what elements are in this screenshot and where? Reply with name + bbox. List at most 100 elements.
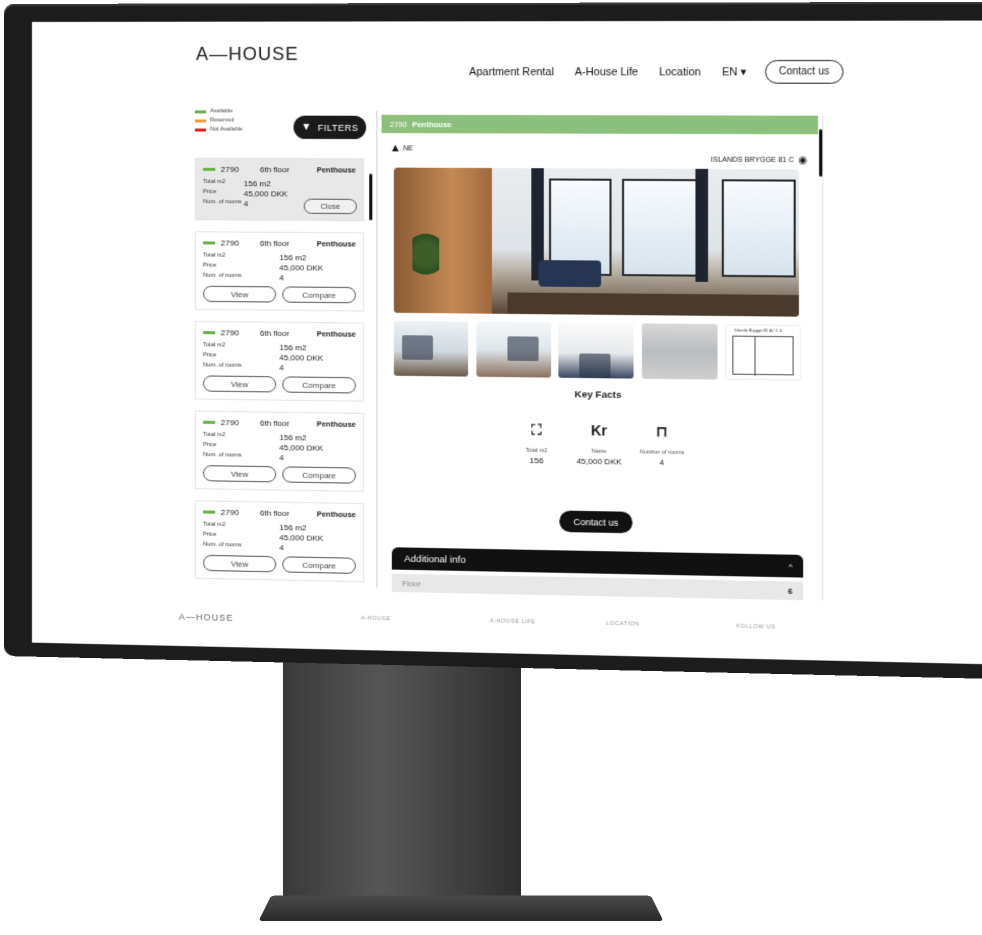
site-logo[interactable]: A—HOUSE [196,44,299,65]
expand-icon: ⛶ [531,421,542,438]
card-header: 2790 6th floor Penthouse [203,328,356,339]
currency-icon: Kr [590,422,608,439]
row-value: 4 [279,273,284,283]
card-actions: View Compare [203,465,356,484]
row-label: Total m2 [203,178,226,186]
card-header: 2790 6th floor Penthouse [203,418,356,429]
availability-legend: Available Reserved Not Available [194,108,243,135]
window [622,178,706,277]
list-scrollbar[interactable] [369,173,373,221]
apartment-id: 2790 [220,164,239,175]
apartment-card[interactable]: 2790 6th floor Penthouse Total m2 156 m2 … [194,320,365,402]
view-button[interactable]: View [203,554,277,573]
row-label: Num. of rooms [203,272,242,280]
footer-link-location[interactable]: LOCATION [606,621,639,628]
main-photo[interactable] [393,167,799,317]
legend-reserved: Reserved [194,117,243,124]
row-total: Total m2 156 m2 [203,342,356,353]
filters-button[interactable]: ▼ FILTERS [293,115,367,140]
additional-info-toggle[interactable]: Additional info ^ [391,547,804,578]
nav-apartment-rental[interactable]: Apartment Rental [469,66,554,78]
apartment-floor: 6th floor [259,328,290,339]
north-arrow-icon: ▲ [389,142,401,155]
row-value: 4 [279,453,284,463]
compass: ▲ NE [390,142,413,154]
row-value: 156 m2 [279,253,307,263]
floor-label: Floor [402,578,421,588]
compare-button[interactable]: Compare [282,376,356,394]
footer-link-a-house-life[interactable]: A-HOUSE LIFE [490,618,536,625]
thumbnail-2[interactable] [475,321,551,378]
status-available-bar [203,510,215,514]
row-value: 4 [243,199,249,209]
footer-link-follow-us[interactable]: FOLLOW US [737,624,776,631]
row-label: Price [203,262,217,269]
compare-button[interactable]: Compare [282,556,356,574]
active-apartment-card[interactable]: 2790 6th floor Penthouse Total m2 156 m2 … [194,157,365,222]
monitor-base [258,895,664,922]
floor-info-row: Floor 6 [391,573,804,601]
row-value: 4 [279,543,284,553]
legend-label: Available [210,108,233,115]
detail-contact-button[interactable]: Contact us [559,510,633,534]
apartment-floor: 6th floor [259,165,290,175]
apartment-id: 2790 [220,417,239,428]
row-total: Total m2 156 m2 [203,252,356,262]
footer-logo[interactable]: A—HOUSE [179,612,234,623]
key-facts: ⛶ Total m2 156 Kr Name 45,000 DKK ⊓ Numb… [505,421,693,468]
apartment-card[interactable]: 2790 6th floor Penthouse Total m2 156 m2 … [194,231,365,312]
thumb-detail [506,336,539,362]
plant [412,228,440,280]
thumbnail-3[interactable] [558,322,634,379]
location-pin-icon[interactable]: ◉ [798,155,807,166]
address-text: ISLANDS BRYGGE 81 C [711,156,794,165]
view-button[interactable]: View [203,285,277,303]
view-button[interactable]: View [203,465,277,483]
row-value: 156 m2 [279,342,307,353]
apartment-floor: 6th floor [259,238,290,249]
row-label: Price [203,352,217,359]
key-facts-title: Key Facts [574,389,622,401]
panel-divider [376,110,378,588]
status-available-bar [203,331,215,335]
view-button[interactable]: View [203,375,277,393]
detail-border [822,115,824,601]
apartment-card[interactable]: 2790 6th floor Penthouse Total m2 156 m2 … [194,410,365,492]
fact-rooms: ⊓ Number of rooms 4 [630,423,693,468]
language-selector[interactable]: EN ▾ [722,66,746,78]
close-button[interactable]: Close [303,198,357,215]
row-label: Price [203,531,217,538]
floorplan-drawing [732,335,794,376]
footer-link-a-house[interactable]: A-HOUSE [361,616,390,623]
floor-value: 6 [787,586,793,596]
chevron-up-icon: ^ [788,561,793,571]
header-contact-button[interactable]: Contact us [764,60,844,84]
row-value: 4 [279,363,284,373]
row-value: 45,000 DKK [279,443,324,453]
apartment-type: Penthouse [316,165,356,175]
screen: A—HOUSE Apartment Rental A-House Life Lo… [31,20,982,665]
thumbnail-4[interactable] [641,323,718,380]
compare-button[interactable]: Compare [282,466,356,484]
floorplan-label: Islands Brygge 81 A / C 6 [734,327,782,334]
filters-label: FILTERS [317,122,359,133]
compare-button[interactable]: Compare [282,286,356,304]
main-nav: Apartment Rental A-House Life Location E… [469,60,844,84]
monitor-frame: A—HOUSE Apartment Rental A-House Life Lo… [4,1,982,680]
wood-wall [393,167,492,314]
thumbnail-1[interactable] [393,320,469,377]
nav-a-house-life[interactable]: A-House Life [575,66,638,78]
row-label: Num. of rooms [203,452,242,459]
monitor-stand [283,640,521,902]
card-actions: View Compare [203,375,356,394]
apartment-card[interactable]: 2790 6th floor Penthouse Total m2 156 m2 … [194,500,365,583]
floorplan-thumbnail[interactable]: Islands Brygge 81 A / C 6 [724,324,802,381]
card-header: 2790 6th floor Penthouse [203,507,356,519]
row-label: Total m2 [203,431,226,439]
legend-not-available: Not Available [194,126,243,133]
fact-value: 156 [529,455,544,466]
nav-location[interactable]: Location [659,66,701,78]
apartment-type: Penthouse [316,239,356,249]
apartment-floor: 6th floor [259,418,290,429]
additional-info-label: Additional info [404,553,466,566]
